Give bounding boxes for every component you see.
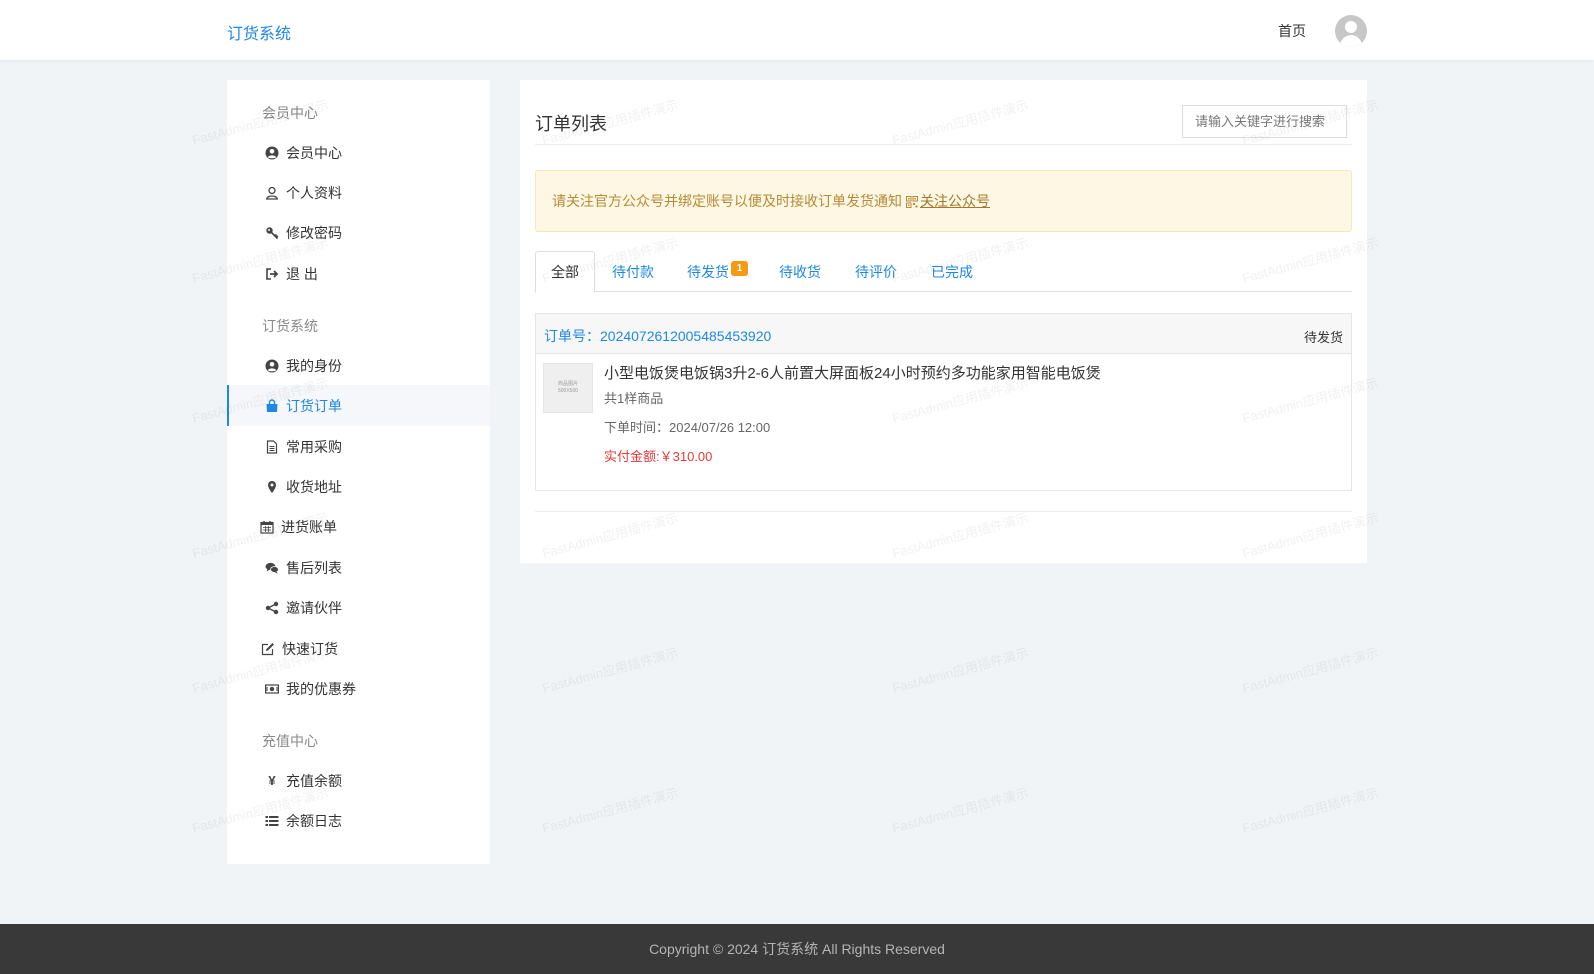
page-title: 订单列表 (535, 114, 607, 134)
order-number-label: 订单号： (544, 328, 600, 344)
sidebar-item-address[interactable]: 收货地址 (227, 466, 490, 507)
sidebar-group-title-recharge: 充值中心 (262, 733, 318, 749)
sidebar-item-my-identity[interactable]: 我的身份 (227, 345, 490, 386)
money-icon (265, 682, 279, 696)
order-time: 下单时间：2024/07/26 12:00 (604, 417, 770, 436)
sidebar-item-label: 余额日志 (286, 812, 342, 829)
sidebar-group-title-order: 订货系统 (262, 318, 318, 334)
thumbnail-size: 500X500 (557, 388, 579, 394)
copyright-text: Copyright © 2024 订货系统 All Rights Reserve… (649, 941, 945, 957)
sidebar-item-label: 售后列表 (286, 559, 342, 576)
sidebar-group-title-member: 会员中心 (262, 105, 318, 121)
sidebar-item-label: 退 出 (286, 265, 318, 282)
tab-all[interactable]: 全部 (535, 251, 595, 293)
sidebar-item-label: 快速订货 (282, 640, 338, 657)
order-amount-label: 实付金额: (604, 449, 660, 464)
sidebar-item-after-sales[interactable]: 售后列表 (227, 547, 490, 588)
sidebar-item-invite-partner[interactable]: 邀请伙伴 (227, 587, 490, 628)
sidebar-item-label: 我的身份 (286, 357, 342, 374)
sidebar-item-balance-log[interactable]: 余额日志 (227, 800, 490, 841)
avatar[interactable] (1335, 15, 1367, 47)
order-amount: 实付金额:￥310.00 (604, 446, 712, 465)
product-name[interactable]: 小型电饭煲电饭锅3升2-6人前置大屏面板24小时预约多功能家用智能电饭煲 (604, 362, 1101, 383)
map-marker-icon (265, 480, 279, 494)
sidebar-item-change-password[interactable]: 修改密码 (227, 212, 490, 253)
search-input[interactable] (1182, 105, 1347, 138)
comments-icon (265, 561, 279, 575)
sidebar-item-label: 订货订单 (286, 397, 342, 414)
sidebar-item-label: 充值余额 (286, 772, 342, 789)
sidebar-item-orders[interactable]: 订货订单 (227, 385, 490, 426)
sidebar-item-label: 个人资料 (286, 184, 342, 201)
user-circle-icon (265, 146, 279, 160)
list-icon (265, 814, 279, 828)
order-number[interactable]: 订单号：2024072612005485453920 (544, 326, 771, 346)
sidebar-item-label: 收货地址 (286, 478, 342, 495)
shopping-bag-icon (265, 398, 279, 413)
order-list-panel: 订单列表 请关注官方公众号并绑定账号以便及时接收订单发货通知 关注公众号 全部 … (520, 80, 1367, 563)
key-icon (265, 226, 279, 240)
share-icon (265, 601, 279, 615)
edit-icon (261, 642, 275, 656)
sidebar-item-purchase-bill[interactable]: 进货账单 (227, 506, 490, 547)
tab-pending-receipt[interactable]: 待收货 (762, 251, 838, 292)
sidebar-item-label: 常用采购 (286, 438, 342, 455)
sidebar-item-member-center[interactable]: 会员中心 (227, 132, 490, 173)
notice-text: 请关注官方公众号并绑定账号以便及时接收订单发货通知 (552, 193, 902, 209)
top-navbar: 订货系统 首页 (0, 0, 1594, 60)
divider (535, 144, 1352, 145)
product-thumbnail[interactable]: 商品图片 500X500 (543, 363, 593, 413)
sidebar-item-profile[interactable]: 个人资料 (227, 172, 490, 213)
sidebar-item-label: 修改密码 (286, 224, 342, 241)
follow-official-account-link[interactable]: 关注公众号 (920, 191, 990, 211)
yen-icon: ¥ (268, 773, 276, 788)
pending-shipment-badge: 1 (731, 261, 748, 276)
sidebar: 会员中心 会员中心 个人资料 修改密码 退 出 订货系统 我的身份 订货订单 常… (227, 80, 490, 864)
divider (535, 511, 1352, 512)
watermark-text: FastAdmin应用插件演示 (1240, 645, 1380, 696)
user-circle-icon (265, 359, 279, 373)
watermark-text: FastAdmin应用插件演示 (540, 785, 680, 836)
product-count: 共1样商品 (604, 391, 664, 406)
tab-label: 待发货 (687, 263, 729, 280)
sidebar-item-recharge-balance[interactable]: ¥ 充值余额 (227, 760, 490, 801)
user-outline-icon (265, 186, 279, 200)
calendar-icon (260, 520, 274, 534)
watermark-text: FastAdmin应用插件演示 (890, 785, 1030, 836)
order-status-tabs: 全部 待付款 待发货 1 待收货 待评价 已完成 (535, 251, 1352, 293)
nav-home-link[interactable]: 首页 (1278, 21, 1306, 41)
order-number-value: 2024072612005485453920 (600, 328, 772, 344)
sidebar-item-logout[interactable]: 退 出 (227, 253, 490, 294)
brand-logo-link[interactable]: 订货系统 (227, 20, 291, 44)
watermark-text: FastAdmin应用插件演示 (890, 645, 1030, 696)
sidebar-item-quick-order[interactable]: 快速订货 (227, 628, 490, 669)
sidebar-item-label: 会员中心 (286, 144, 342, 161)
order-card[interactable]: 订单号：2024072612005485453920 待发货 商品图片 500X… (535, 313, 1352, 491)
order-time-value: 2024/07/26 12:00 (669, 420, 771, 435)
watermark-text: FastAdmin应用插件演示 (1240, 785, 1380, 836)
sidebar-item-label: 我的优惠券 (286, 680, 356, 697)
tab-pending-payment[interactable]: 待付款 (595, 251, 671, 292)
sidebar-item-label: 进货账单 (281, 518, 337, 535)
footer: Copyright © 2024 订货系统 All Rights Reserve… (0, 924, 1594, 974)
tab-completed[interactable]: 已完成 (914, 251, 990, 292)
notice-alert: 请关注官方公众号并绑定账号以便及时接收订单发货通知 关注公众号 (535, 170, 1352, 232)
watermark-text: FastAdmin应用插件演示 (540, 645, 680, 696)
order-header: 订单号：2024072612005485453920 待发货 (536, 314, 1351, 354)
sign-out-icon (265, 267, 279, 281)
file-text-icon (265, 439, 279, 454)
sidebar-item-label: 邀请伙伴 (286, 599, 342, 616)
thumbnail-text: 商品图片 (557, 381, 578, 387)
sidebar-item-coupons[interactable]: 我的优惠券 (227, 668, 490, 709)
order-status: 待发货 (1303, 330, 1343, 345)
qrcode-icon (906, 195, 918, 208)
tab-pending-review[interactable]: 待评价 (838, 251, 914, 292)
order-time-label: 下单时间： (604, 420, 670, 435)
sidebar-item-frequent-purchase[interactable]: 常用采购 (227, 426, 490, 467)
order-amount-value: ￥310.00 (659, 449, 713, 464)
